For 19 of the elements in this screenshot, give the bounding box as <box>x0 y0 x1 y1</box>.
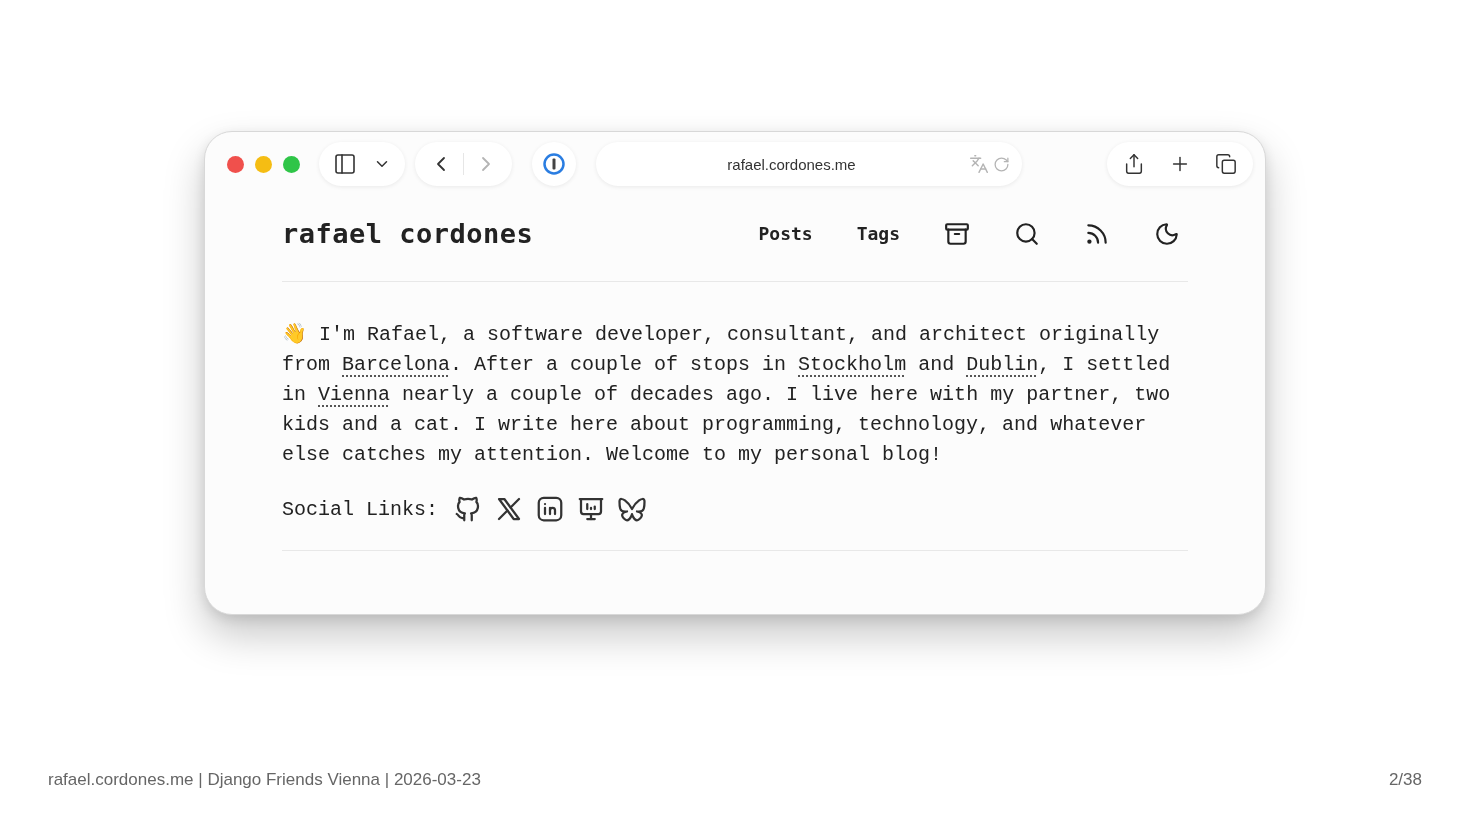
social-links-label: Social Links: <box>282 497 439 521</box>
city-link[interactable]: Stockholm <box>798 353 907 376</box>
city-link[interactable]: Dublin <box>966 353 1039 376</box>
url-text: rafael.cordones.me <box>726 155 857 173</box>
archive-icon[interactable] <box>944 220 970 247</box>
password-manager-icon <box>542 152 566 176</box>
nav-link[interactable]: Posts <box>758 223 813 244</box>
search-icon[interactable] <box>1014 220 1040 247</box>
site-title[interactable]: rafael cordones <box>282 218 534 249</box>
city-link[interactable]: Barcelona <box>342 353 451 376</box>
slide-caption: rafael.cordones.me | Django Friends Vienna | 2026-03-23 <box>48 770 481 790</box>
password-extension-button[interactable] <box>532 142 576 186</box>
moon-icon[interactable] <box>1154 220 1180 247</box>
tabs-icon[interactable] <box>1213 151 1239 177</box>
slide-number: 2/38 <box>1388 770 1422 790</box>
intro-paragraph: 👋 I'm Rafael, a software developer, consultant, and architect originally from Barcelona. After a couple of stops in Stockholm and Dublin, I settled in Vienna nearly a couple of decades ago. I live here with my partner, two kids and a cat. I write here about programming, technology, and whatever else catches my attention. Welcome to my personal blog! <box>282 322 1172 468</box>
city-link[interactable]: Vienna <box>318 383 391 406</box>
close-button[interactable] <box>227 155 244 173</box>
nav-link[interactable]: Tags <box>856 223 900 244</box>
